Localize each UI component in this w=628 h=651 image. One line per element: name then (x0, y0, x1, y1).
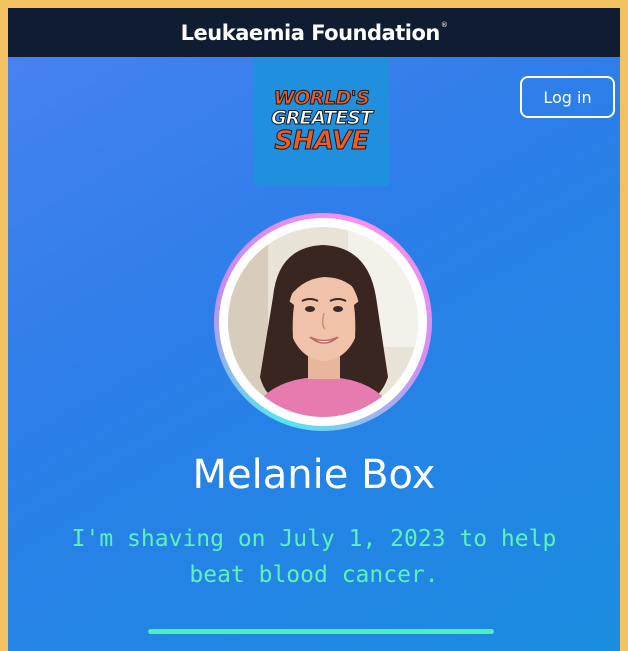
brand-name: Leukaemia Foundation (180, 20, 441, 45)
campaign-logo[interactable]: WORLD'S GREATEST SHAVE (254, 57, 389, 186)
logo-line-3: SHAVE (274, 126, 370, 156)
avatar-ring (214, 213, 432, 431)
fundraising-progress-bar (148, 629, 494, 634)
profile-tagline: I'm shaving on July 1, 2023 to help beat… (71, 526, 557, 588)
avatar-photo-image (228, 227, 418, 417)
avatar (228, 227, 418, 417)
header-bar: Leukaemia Foundation® (8, 8, 620, 57)
logo-line-1: WORLD'S (273, 87, 370, 109)
login-button[interactable]: Log in (520, 76, 615, 118)
page-frame: Leukaemia Foundation® WORLD'S GREATEST S… (8, 8, 620, 651)
profile-name: Melanie Box (192, 452, 436, 498)
registered-mark: ® (440, 20, 448, 29)
fundraising-progress-fill (148, 629, 494, 634)
brand-logo[interactable]: Leukaemia Foundation® (181, 21, 448, 45)
